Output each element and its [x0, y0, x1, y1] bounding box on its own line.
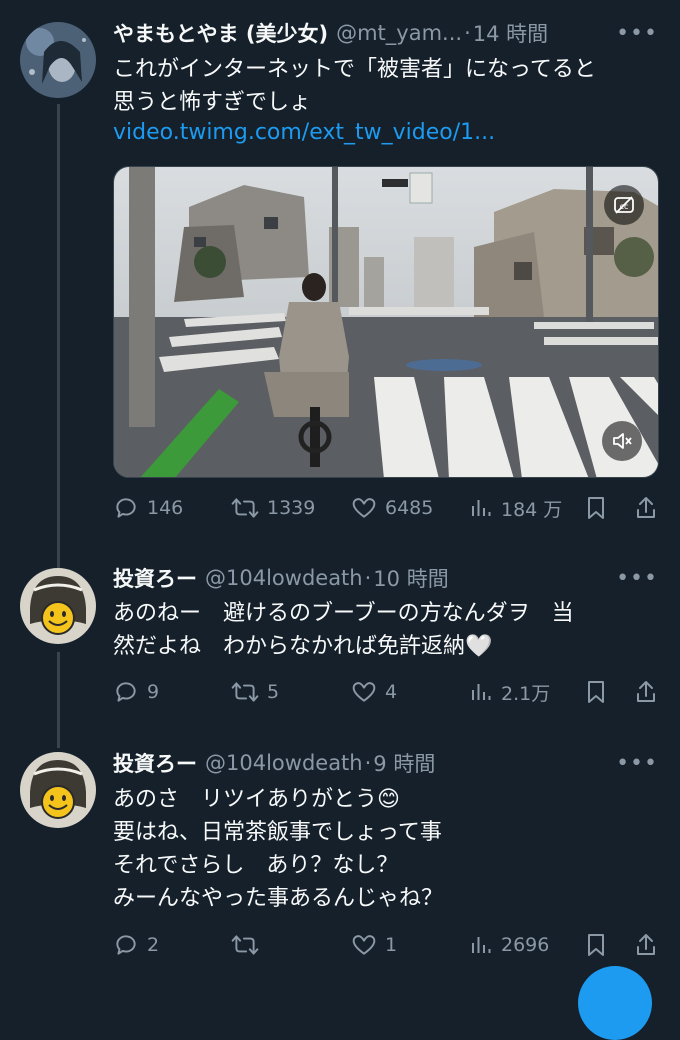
views-count: 2.1万	[501, 682, 551, 705]
timestamp[interactable]: 9 時間	[373, 748, 435, 778]
timestamp[interactable]: 14 時間	[473, 18, 548, 48]
tweet-actions: 9 5 4 2.1万	[113, 675, 658, 709]
tweet-header: やまもとやま (美少女) @mt_yam... · 14 時間 •••	[113, 17, 658, 49]
views-chart-icon	[472, 937, 491, 953]
retweet-icon	[231, 935, 259, 955]
like-button[interactable]: 4	[351, 679, 469, 705]
more-options-icon[interactable]: •••	[616, 751, 658, 776]
reply-icon	[116, 682, 136, 702]
muted-speaker-icon	[613, 433, 632, 449]
tweet-text: あのねー 避けるのブーブーの方なんダヲ 当 然だよね わからなかれば免許返納🤍	[113, 601, 574, 659]
reply-count: 2	[147, 934, 160, 956]
captions-off-icon: cc	[614, 196, 634, 214]
tweet-text: あのさ リツイありがとう😊 要はね、日常茶飯事でしょって事 それでさらし あり？…	[113, 787, 444, 911]
heart-icon	[352, 682, 376, 702]
retweet-icon	[231, 682, 259, 702]
retweet-button[interactable]	[231, 932, 351, 958]
views-count: 2696	[501, 934, 550, 956]
like-count: 4	[385, 681, 398, 703]
separator-dot: ·	[364, 566, 372, 590]
video-player[interactable]: cc	[113, 166, 659, 478]
retweet-button[interactable]: 5	[231, 679, 351, 705]
display-name[interactable]: 投資ろー	[113, 748, 197, 778]
bookmark-icon[interactable]	[584, 932, 608, 958]
like-button[interactable]: 6485	[351, 495, 469, 521]
captions-button[interactable]: cc	[604, 185, 644, 225]
reply-button[interactable]: 146	[113, 495, 231, 521]
user-handle[interactable]: @104lowdeath	[205, 751, 363, 775]
reply-count: 146	[147, 497, 184, 519]
reply-icon	[116, 935, 136, 955]
share-icon[interactable]	[634, 495, 658, 521]
display-name[interactable]: 投資ろー	[113, 563, 197, 593]
compose-button[interactable]	[578, 966, 652, 1040]
like-count: 1	[385, 934, 398, 956]
tweet-text: これがインターネットで「被害者」になってると 思うと怖すぎでしょ	[113, 57, 596, 115]
retweet-count: 5	[267, 681, 280, 703]
tweet-actions: 2 1 2696	[113, 928, 658, 962]
views-button[interactable]: 2.1万	[469, 679, 550, 706]
share-icon[interactable]	[634, 932, 658, 958]
tweet-header: 投資ろー @104lowdeath · 10 時間 •••	[113, 562, 658, 594]
video-frame	[114, 167, 658, 477]
like-button[interactable]: 1	[351, 932, 469, 958]
separator-dot: ·	[464, 21, 471, 45]
thread-line	[57, 104, 60, 574]
retweet-button[interactable]: 1339	[231, 495, 351, 521]
views-chart-icon	[472, 684, 491, 700]
thread-line	[57, 652, 60, 748]
user-handle[interactable]: @mt_yam...	[336, 21, 462, 45]
retweet-icon	[231, 498, 259, 518]
share-icon[interactable]	[634, 679, 658, 705]
bookmark-icon[interactable]	[584, 679, 608, 705]
views-button[interactable]: 184 万	[469, 495, 562, 522]
reply-button[interactable]: 9	[113, 679, 231, 705]
video-link[interactable]: video.twimg.com/ext_tw_video/1...	[113, 120, 495, 145]
heart-icon	[352, 935, 376, 955]
display-name[interactable]: やまもとやま (美少女)	[113, 18, 328, 48]
more-options-icon[interactable]: •••	[616, 21, 658, 46]
avatar[interactable]	[20, 752, 96, 828]
reply-count: 9	[147, 681, 160, 703]
mute-button[interactable]	[602, 421, 642, 461]
reply-icon	[116, 498, 136, 518]
separator-dot: ·	[364, 751, 372, 775]
views-count: 184 万	[501, 498, 563, 521]
views-chart-icon	[472, 500, 491, 516]
tweet-header: 投資ろー @104lowdeath · 9 時間 •••	[113, 747, 658, 779]
timestamp[interactable]: 10 時間	[373, 563, 448, 593]
more-options-icon[interactable]: •••	[616, 566, 658, 591]
retweet-count: 1339	[267, 497, 316, 519]
svg-text:cc: cc	[620, 202, 629, 211]
avatar[interactable]	[20, 22, 96, 98]
user-handle[interactable]: @104lowdeath	[205, 566, 363, 590]
heart-icon	[352, 498, 376, 518]
avatar[interactable]	[20, 568, 96, 644]
like-count: 6485	[385, 497, 434, 519]
bookmark-icon[interactable]	[584, 495, 608, 521]
tweet-actions: 146 1339 6485 184 万	[113, 491, 658, 525]
views-button[interactable]: 2696	[469, 933, 549, 957]
reply-button[interactable]: 2	[113, 932, 231, 958]
